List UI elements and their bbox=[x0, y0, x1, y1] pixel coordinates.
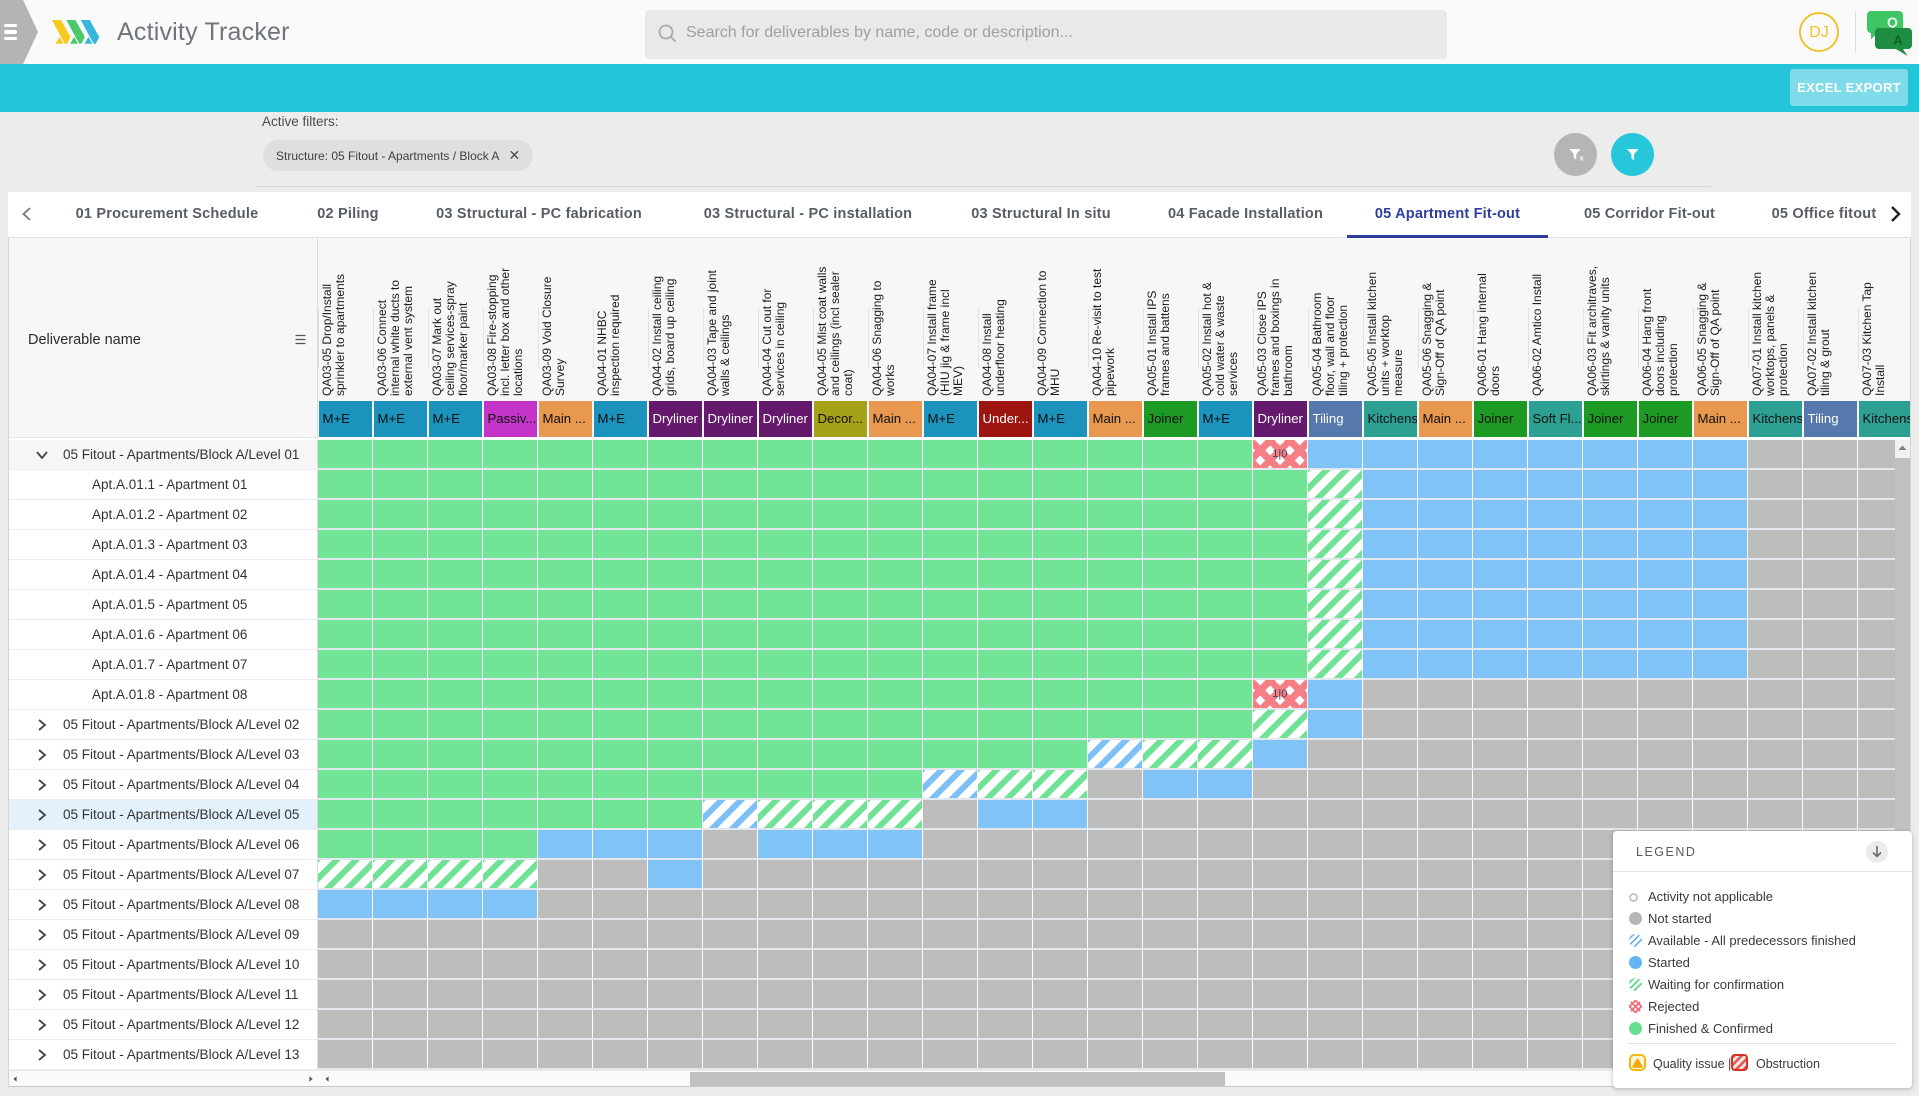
svg-text:Q: Q bbox=[1887, 14, 1898, 30]
svg-text:x: x bbox=[1580, 154, 1585, 163]
svg-text:A: A bbox=[1893, 33, 1903, 48]
